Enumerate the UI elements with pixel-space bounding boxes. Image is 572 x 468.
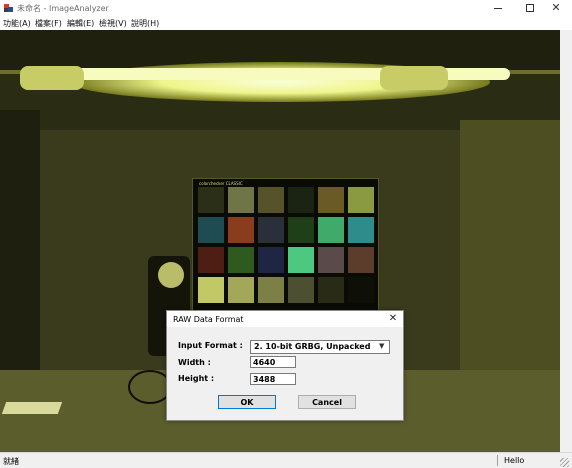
color-patch: [258, 277, 284, 303]
color-patch: [228, 277, 254, 303]
lamp-holder-left: [20, 66, 84, 90]
color-patch: [348, 247, 374, 273]
color-patch: [318, 277, 344, 303]
color-patch: [228, 187, 254, 213]
menu-function[interactable]: 功能(A): [3, 18, 31, 29]
maximize-icon: [526, 4, 534, 12]
color-patch: [288, 247, 314, 273]
minimize-button[interactable]: [482, 0, 514, 16]
height-label: Height :: [178, 374, 215, 383]
color-patch: [318, 217, 344, 243]
cancel-button[interactable]: Cancel: [298, 395, 356, 409]
paper-sheet: [1, 402, 63, 414]
color-patch: [258, 187, 284, 213]
input-format-label: Input Format :: [178, 341, 243, 350]
camera-lens: [158, 262, 184, 288]
dialog-title-bar: RAW Data Format ✕: [167, 311, 403, 327]
lamp-holder-right: [380, 66, 448, 90]
menu-help[interactable]: 說明(H): [131, 18, 159, 29]
color-patch: [228, 217, 254, 243]
input-format-value: 2. 10-bit GRBG, Unpacked: [254, 342, 371, 351]
width-field[interactable]: [250, 356, 296, 368]
raw-format-dialog: RAW Data Format ✕ Input Format : 2. 10-b…: [166, 310, 404, 421]
color-patch: [348, 187, 374, 213]
color-patch: [198, 247, 224, 273]
dialog-title: RAW Data Format: [173, 315, 244, 324]
color-patch: [258, 217, 284, 243]
chevron-down-icon: ▼: [379, 342, 385, 350]
color-patch: [288, 217, 314, 243]
color-patch: [318, 247, 344, 273]
dialog-close-icon[interactable]: ✕: [385, 311, 401, 327]
resize-grip-icon[interactable]: [560, 458, 569, 467]
width-label: Width :: [178, 358, 211, 367]
height-field[interactable]: [250, 373, 296, 385]
color-patch: [198, 217, 224, 243]
color-patch: [318, 187, 344, 213]
booth-left-wall: [0, 110, 40, 410]
title-bar: 未命名 - ImageAnalyzer ✕: [0, 0, 572, 16]
color-checker-chart: colorchecker CLASSIC: [192, 178, 379, 314]
close-icon: ✕: [551, 1, 561, 14]
window-title: 未命名 - ImageAnalyzer: [17, 4, 109, 13]
menu-view[interactable]: 檢視(V): [99, 18, 127, 29]
color-patch: [288, 187, 314, 213]
menu-file[interactable]: 檔案(F): [35, 18, 62, 29]
color-patch: [258, 247, 284, 273]
color-patch: [348, 277, 374, 303]
app-icon: [4, 4, 13, 12]
status-message: Hello: [504, 456, 525, 465]
chart-brand-label: colorchecker CLASSIC: [199, 181, 243, 186]
input-format-select[interactable]: 2. 10-bit GRBG, Unpacked ▼: [250, 340, 390, 354]
minimize-icon: [494, 8, 502, 9]
status-divider: [497, 455, 498, 466]
status-ready-text: 就緒: [3, 457, 19, 466]
menu-bar: 功能(A) 檔案(F) 編輯(E) 檢視(V) 說明(H): [0, 16, 572, 30]
menu-edit[interactable]: 編輯(E): [67, 18, 94, 29]
color-patch: [198, 277, 224, 303]
close-button[interactable]: ✕: [540, 0, 572, 16]
vertical-scrollbar[interactable]: [560, 30, 572, 452]
color-patch: [348, 217, 374, 243]
color-patch-grid: [198, 187, 374, 303]
color-patch: [228, 247, 254, 273]
status-bar: 就緒 Hello: [0, 452, 572, 468]
color-patch: [198, 187, 224, 213]
color-patch: [288, 277, 314, 303]
ok-button[interactable]: OK: [218, 395, 276, 409]
